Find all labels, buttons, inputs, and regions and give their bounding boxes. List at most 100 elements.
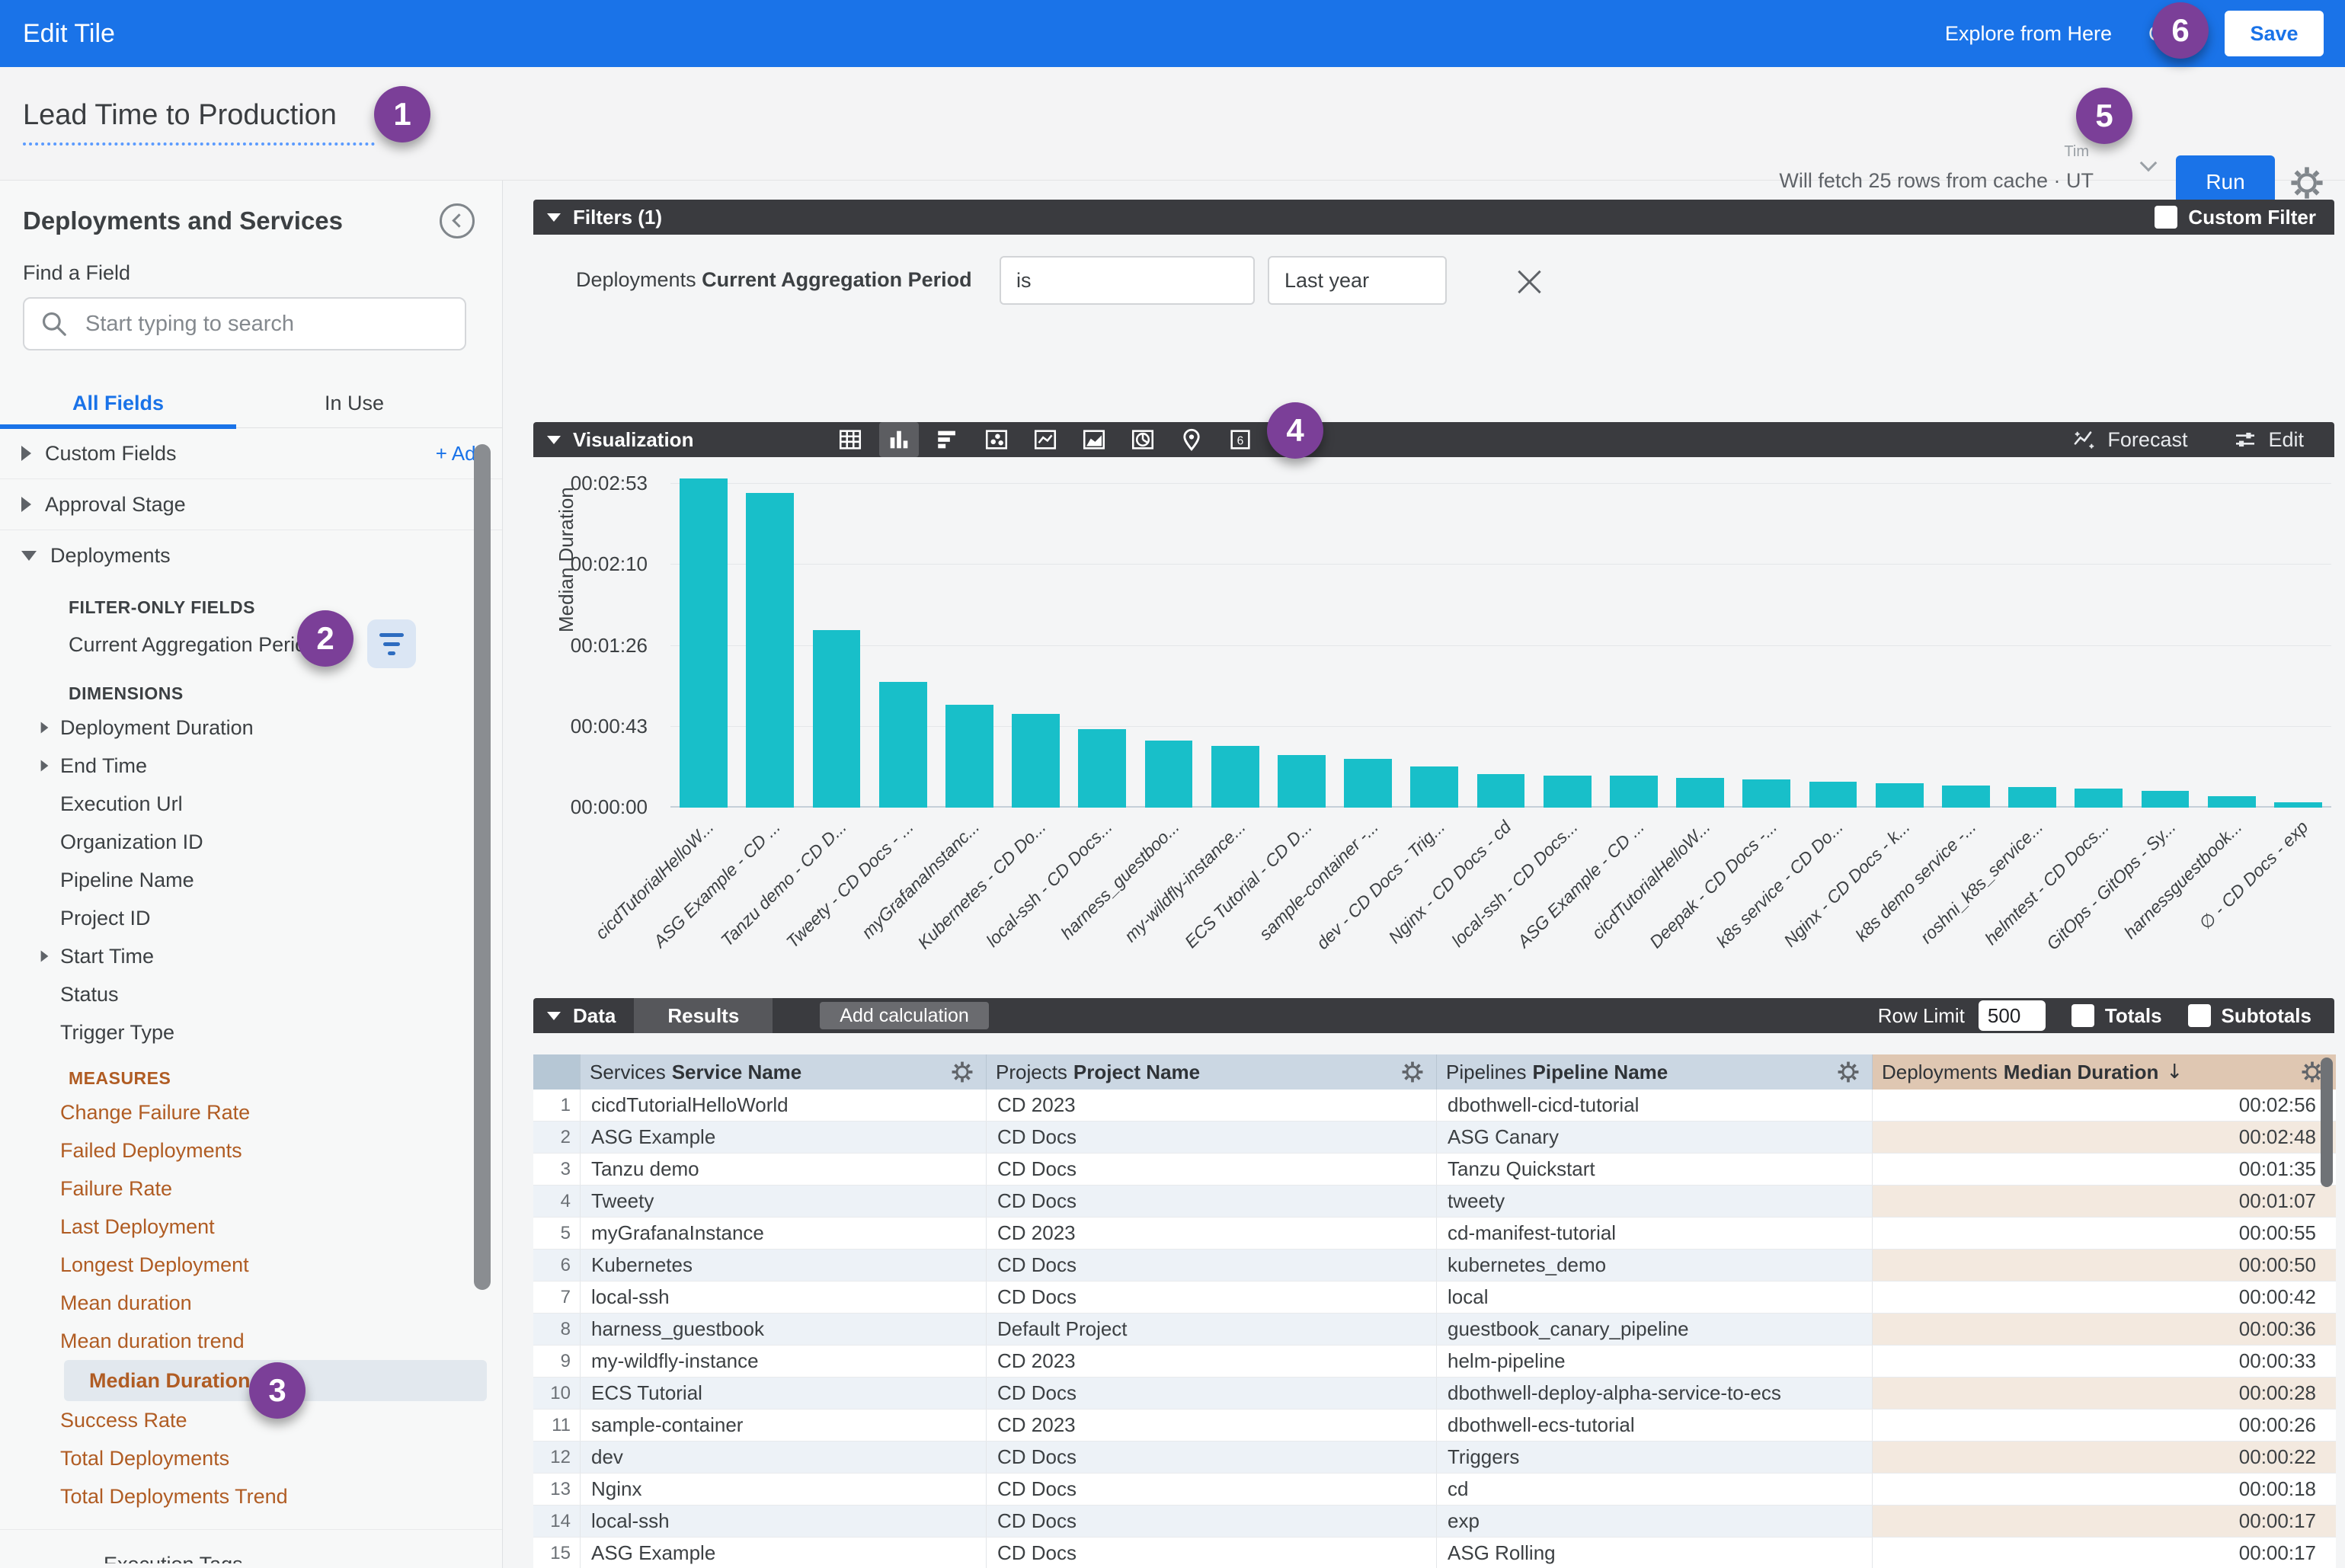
service-cell[interactable]: Tanzu demo <box>581 1154 987 1185</box>
service-cell[interactable]: ECS Tutorial <box>581 1378 987 1409</box>
duration-cell[interactable]: 00:00:26 <box>1873 1410 2336 1441</box>
bar[interactable] <box>1069 457 1135 808</box>
line-chart-icon[interactable] <box>1025 422 1065 457</box>
bar[interactable] <box>1467 457 1534 808</box>
table-row[interactable]: 1 cicdTutorialHelloWorld CD 2023 dbothwe… <box>533 1090 2336 1122</box>
table-row[interactable]: 15 ASG Example CD Docs ASG Rolling 00:00… <box>533 1538 2336 1568</box>
column-gear-icon[interactable] <box>949 1059 975 1085</box>
totals-checkbox[interactable] <box>2071 1004 2094 1027</box>
duration-cell[interactable]: 00:00:36 <box>1873 1314 2336 1345</box>
project-cell[interactable]: CD Docs <box>987 1154 1437 1185</box>
project-cell[interactable]: CD 2023 <box>987 1410 1437 1441</box>
pipeline-cell[interactable]: exp <box>1437 1506 1873 1537</box>
service-cell[interactable]: ASG Example <box>581 1122 987 1153</box>
bar[interactable] <box>1534 457 1601 808</box>
sidebar-measure[interactable]: Mean duration <box>0 1284 502 1322</box>
collapse-sidebar-button[interactable] <box>440 203 475 238</box>
service-cell[interactable]: ASG Example <box>581 1538 987 1568</box>
duration-cell[interactable]: 00:02:56 <box>1873 1090 2336 1121</box>
bar[interactable] <box>1335 457 1401 808</box>
table-row[interactable]: 13 Nginx CD Docs cd 00:00:18 <box>533 1474 2336 1506</box>
data-section-bar[interactable]: Data Results Add calculation Row Limit T… <box>533 998 2334 1033</box>
table-row[interactable]: 12 dev CD Docs Triggers 00:00:22 <box>533 1442 2336 1474</box>
sidebar-dimension[interactable]: Start Time <box>0 937 502 975</box>
pipeline-cell[interactable]: ASG Rolling <box>1437 1538 1873 1568</box>
table-row[interactable]: 14 local-ssh CD Docs exp 00:00:17 <box>533 1506 2336 1538</box>
bar[interactable] <box>2065 457 2132 808</box>
project-cell[interactable]: CD 2023 <box>987 1218 1437 1249</box>
sidebar-dimension[interactable]: Pipeline Name <box>0 861 502 899</box>
project-cell[interactable]: CD 2023 <box>987 1090 1437 1121</box>
filter-operator-input[interactable] <box>1000 256 1255 305</box>
field-search-input[interactable] <box>85 312 436 337</box>
project-cell[interactable]: CD Docs <box>987 1378 1437 1409</box>
table-row[interactable]: 2 ASG Example CD Docs ASG Canary 00:02:4… <box>533 1122 2336 1154</box>
project-cell[interactable]: CD Docs <box>987 1506 1437 1537</box>
column-header-service-name[interactable]: ServicesService Name <box>581 1054 987 1090</box>
explore-from-here-button[interactable]: Explore from Here <box>1945 22 2112 46</box>
sidebar-measure[interactable]: Success Rate <box>0 1401 502 1439</box>
sidebar-dimension[interactable]: End Time <box>0 747 502 785</box>
sidebar-dimension[interactable]: Status <box>0 975 502 1013</box>
service-cell[interactable]: sample-container <box>581 1410 987 1441</box>
sidebar-group-partial[interactable]: Execution Tags <box>0 1530 502 1563</box>
service-cell[interactable]: Nginx <box>581 1474 987 1505</box>
bar-chart-icon[interactable] <box>928 422 968 457</box>
bar[interactable] <box>1401 457 1467 808</box>
bar[interactable] <box>1003 457 1069 808</box>
service-cell[interactable]: local-ssh <box>581 1282 987 1313</box>
edit-visualization-button[interactable]: Edit <box>2233 427 2304 452</box>
bar[interactable] <box>1999 457 2065 808</box>
tab-results[interactable]: Results <box>634 998 773 1033</box>
project-cell[interactable]: CD Docs <box>987 1442 1437 1473</box>
table-row[interactable]: 7 local-ssh CD Docs local 00:00:42 <box>533 1282 2336 1314</box>
table-icon[interactable] <box>830 422 870 457</box>
scatterplot-icon[interactable] <box>977 422 1016 457</box>
bar[interactable] <box>1667 457 1733 808</box>
tab-in-use[interactable]: In Use <box>236 384 472 427</box>
sidebar-field-current-aggregation-period[interactable]: Current Aggregation Period <box>0 622 502 667</box>
pipeline-cell[interactable]: cd <box>1437 1474 1873 1505</box>
project-cell[interactable]: CD Docs <box>987 1282 1437 1313</box>
service-cell[interactable]: dev <box>581 1442 987 1473</box>
column-header-project-name[interactable]: ProjectsProject Name <box>987 1054 1437 1090</box>
filter-by-field-button[interactable] <box>367 619 416 668</box>
sidebar-group-approval-stage[interactable]: Approval Stage <box>0 479 502 530</box>
pie-chart-icon[interactable] <box>1123 422 1163 457</box>
duration-cell[interactable]: 00:00:42 <box>1873 1282 2336 1313</box>
sidebar-measure[interactable]: Failure Rate <box>0 1170 502 1208</box>
pipeline-cell[interactable]: helm-pipeline <box>1437 1346 1873 1377</box>
project-cell[interactable]: CD Docs <box>987 1538 1437 1568</box>
pipeline-cell[interactable]: kubernetes_demo <box>1437 1250 1873 1281</box>
field-search-box[interactable] <box>23 297 466 350</box>
table-row[interactable]: 3 Tanzu demo CD Docs Tanzu Quickstart 00… <box>533 1154 2336 1186</box>
map-icon[interactable] <box>1172 422 1211 457</box>
collapse-data-icon[interactable] <box>547 1012 561 1020</box>
bar[interactable] <box>2132 457 2198 808</box>
filters-section-bar[interactable]: Filters (1) Custom Filter <box>533 200 2334 235</box>
sidebar-measure[interactable]: Failed Deployments <box>0 1131 502 1170</box>
add-calculation-button[interactable]: Add calculation <box>820 1002 989 1029</box>
pipeline-cell[interactable]: tweety <box>1437 1186 1873 1217</box>
project-cell[interactable]: CD Docs <box>987 1474 1437 1505</box>
column-header-pipeline-name[interactable]: PipelinesPipeline Name <box>1437 1054 1873 1090</box>
tile-title-input[interactable]: Lead Time to Production <box>23 99 375 146</box>
sidebar-dimension[interactable]: Trigger Type <box>0 1013 502 1051</box>
query-settings-gear-icon[interactable] <box>2287 163 2327 203</box>
collapse-visualization-icon[interactable] <box>547 436 561 444</box>
duration-cell[interactable]: 00:00:55 <box>1873 1218 2336 1249</box>
service-cell[interactable]: my-wildfly-instance <box>581 1346 987 1377</box>
duration-cell[interactable]: 00:00:18 <box>1873 1474 2336 1505</box>
bar[interactable] <box>1135 457 1201 808</box>
bar[interactable] <box>1733 457 1800 808</box>
column-header-median-duration[interactable]: DeploymentsMedian Duration ↓ <box>1873 1054 2336 1090</box>
table-row[interactable]: 11 sample-container CD 2023 dbothwell-ec… <box>533 1410 2336 1442</box>
project-cell[interactable]: Default Project <box>987 1314 1437 1345</box>
project-cell[interactable]: CD Docs <box>987 1250 1437 1281</box>
subtotals-checkbox[interactable] <box>2188 1004 2211 1027</box>
duration-cell[interactable]: 00:00:17 <box>1873 1538 2336 1568</box>
column-gear-icon[interactable] <box>1400 1059 1425 1085</box>
duration-cell[interactable]: 00:00:28 <box>1873 1378 2336 1409</box>
remove-filter-icon[interactable] <box>1516 267 1544 294</box>
table-row[interactable]: 10 ECS Tutorial CD Docs dbothwell-deploy… <box>533 1378 2336 1410</box>
